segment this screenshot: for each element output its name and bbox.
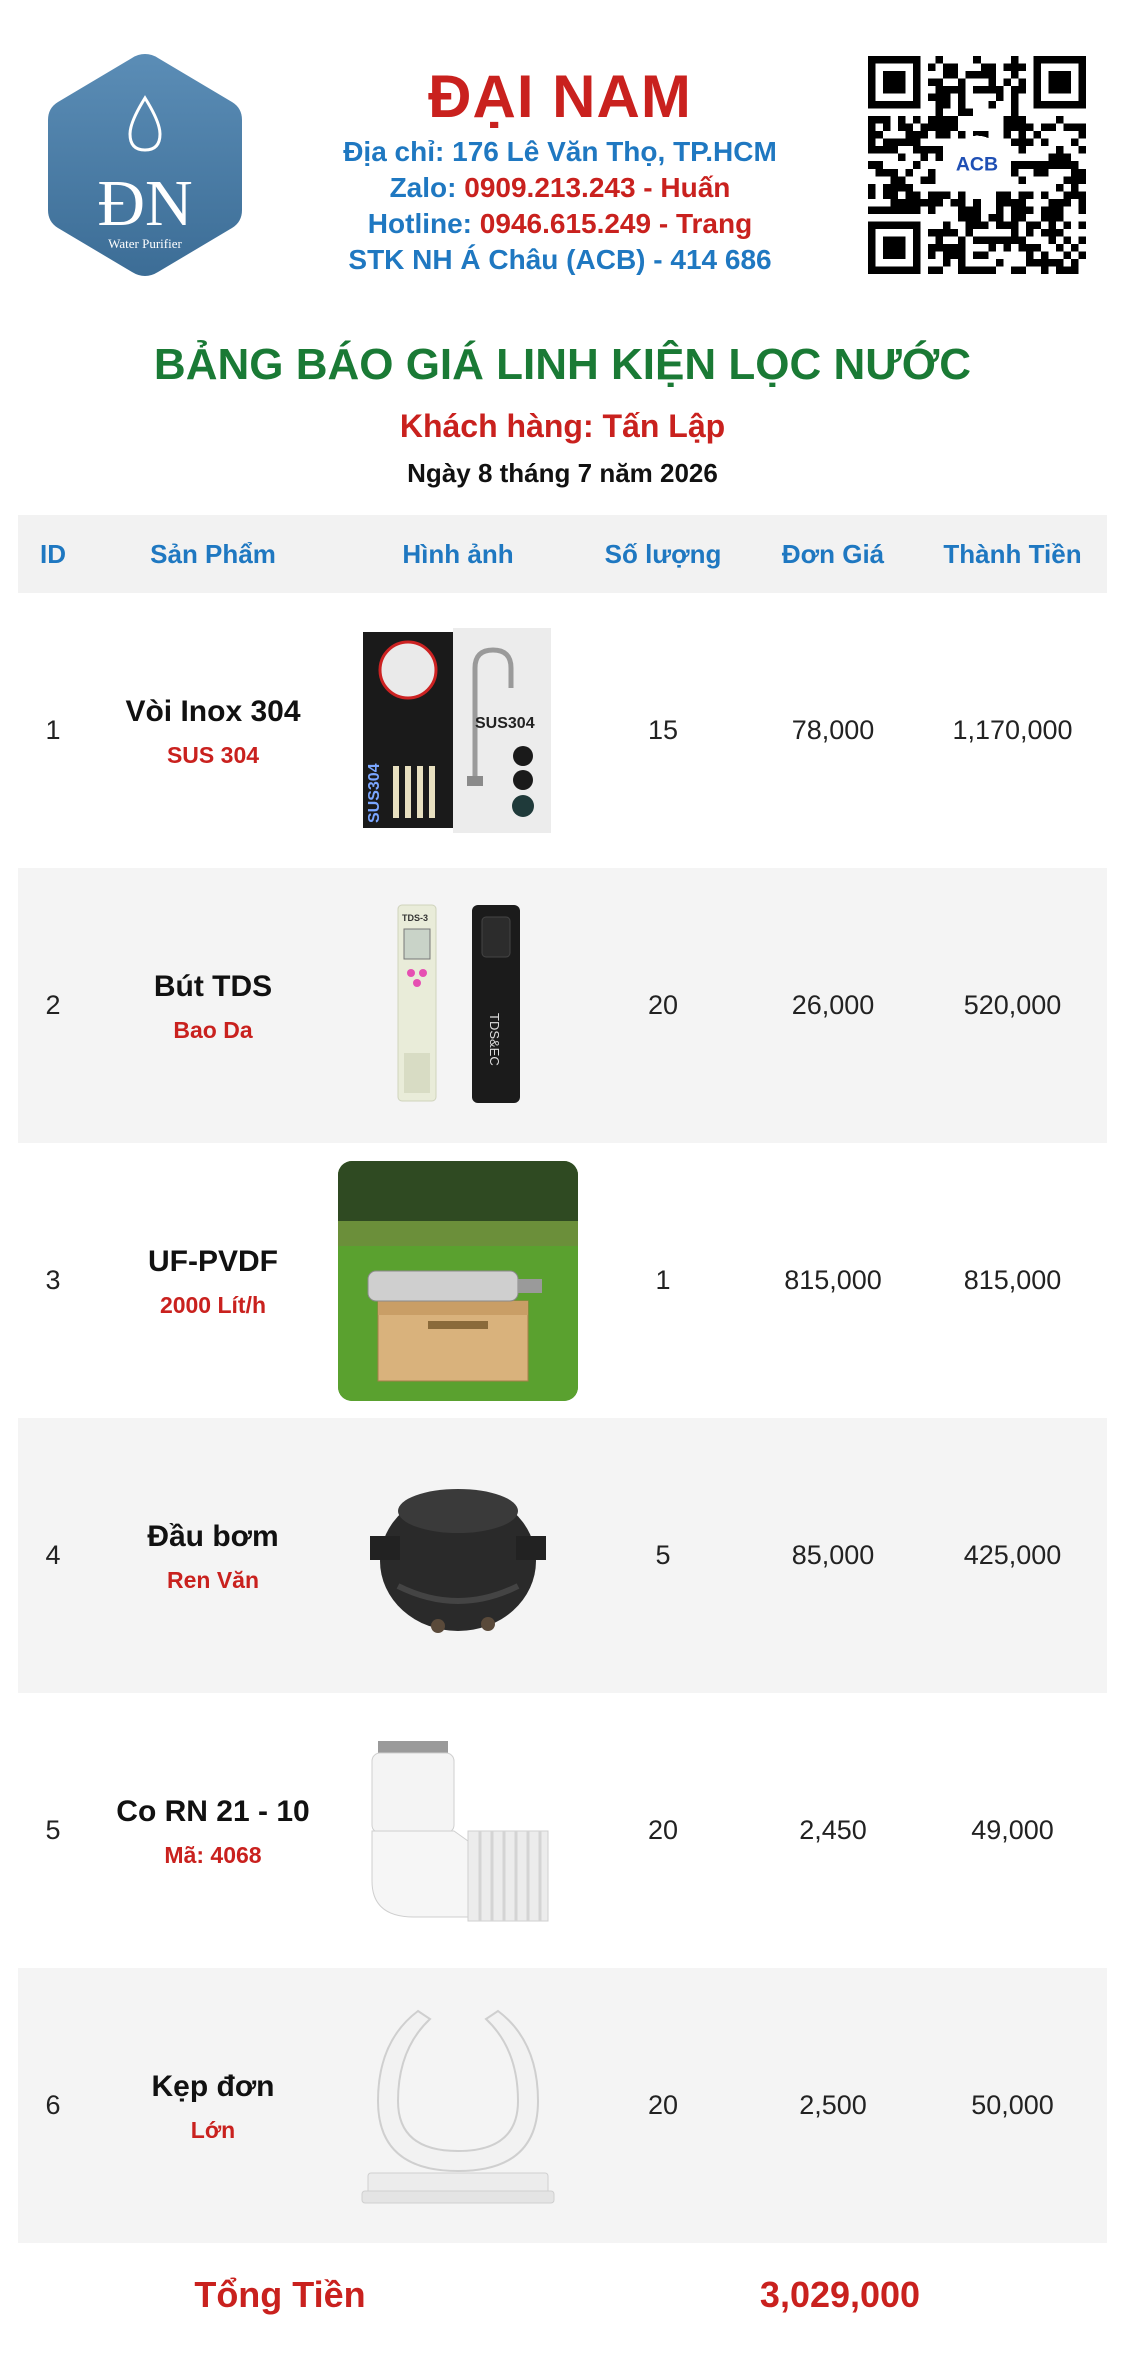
- elbow-fitting-image: [338, 1711, 578, 1951]
- address-label: Địa chỉ:: [343, 136, 453, 167]
- table-row: 5 Co RN 21 - 10 Mã: 4068 20 2,450 49,000: [18, 1693, 1107, 1968]
- total-value: 3,029,000: [759, 2274, 921, 2315]
- unit-price-cell: 85,000: [791, 1540, 875, 1570]
- unit-price-cell: 815,000: [784, 1265, 882, 1295]
- uf-filter-image: [338, 1160, 578, 1401]
- table-row: 4 Đầu bơm Ren Văn 5 85,000 425,000: [18, 1418, 1107, 1693]
- unit-price-cell: 2,500: [799, 2090, 867, 2120]
- zalo-label: Zalo:: [389, 172, 465, 203]
- svg-text:SUS304: SUS304: [366, 763, 383, 823]
- quantity-cell: 20: [647, 1815, 679, 1845]
- document-title: BẢNG BÁO GIÁ LINH KIỆN LỌC NƯỚC: [153, 340, 972, 389]
- pipe-clamp-image: [338, 1986, 578, 2226]
- svg-text:Water Purifier: Water Purifier: [108, 236, 182, 251]
- product-cell: Co RN 21 - 10 Mã: 4068: [88, 1792, 338, 1869]
- company-logo: ĐN Water Purifier: [44, 50, 246, 280]
- svg-text:ĐN: ĐN: [97, 167, 192, 240]
- svg-text:TDS&EC: TDS&EC: [487, 1013, 502, 1066]
- company-info: ĐẠI NAM Địa chỉ: 176 Lê Văn Thọ, TP.HCM …: [300, 60, 820, 278]
- product-name: Kẹp đơn: [151, 2070, 275, 2103]
- row-id: 2: [45, 990, 61, 1020]
- quantity-cell: 5: [655, 1540, 671, 1570]
- payment-qr-code[interactable]: ACB: [868, 56, 1086, 274]
- header-line-total: Thành Tiền: [943, 538, 1082, 569]
- line-total-cell: 49,000: [971, 1815, 1054, 1845]
- customer-name: Khách hàng: Tấn Lập: [399, 408, 726, 444]
- table-row: 2 Bút TDS Bao Da TDS-3 TDS&EC 20 26,000 …: [18, 868, 1107, 1143]
- header: ĐN Water Purifier ĐẠI NAM Địa chỉ: 176 L…: [0, 0, 1125, 320]
- zalo-value: 0909.213.243 - Huấn: [464, 172, 731, 203]
- row-id: 5: [45, 1815, 61, 1845]
- line-total-cell: 425,000: [963, 1540, 1062, 1570]
- address-line: Địa chỉ: 176 Lê Văn Thọ, TP.HCM: [300, 134, 820, 170]
- table-header: ID Sản Phẩm Hình ảnh Số lượng Đơn Giá Th…: [18, 515, 1107, 593]
- quantity-cell: 15: [647, 715, 679, 745]
- product-name: UF-PVDF: [148, 1245, 278, 1278]
- row-id: 4: [45, 1540, 61, 1570]
- quantity-cell: 20: [647, 990, 679, 1020]
- tds-pen-image: TDS-3 TDS&EC: [338, 886, 578, 1126]
- document-date: Ngày 8 tháng 7 năm 2026: [407, 458, 718, 488]
- header-image: Hình ảnh: [402, 538, 514, 569]
- hotline-value: 0946.615.249 - Trang: [479, 208, 753, 239]
- hotline-label: Hotline:: [367, 208, 480, 239]
- qr-badge-label: ACB: [956, 153, 998, 175]
- product-name: Vòi Inox 304: [125, 695, 301, 728]
- unit-price-cell: 2,450: [799, 1815, 867, 1845]
- logo-hexagon-icon: ĐN Water Purifier: [48, 54, 242, 276]
- address-value: 176 Lê Văn Thọ, TP.HCM: [452, 136, 777, 167]
- hotline-line: Hotline: 0946.615.249 - Trang: [300, 206, 820, 242]
- product-cell: Kẹp đơn Lớn: [88, 2067, 338, 2144]
- product-name: Đầu bơm: [147, 1520, 279, 1553]
- svg-text:SUS304: SUS304: [475, 715, 535, 732]
- company-name: ĐẠI NAM: [428, 63, 692, 130]
- quantity-cell: 1: [655, 1265, 671, 1295]
- header-unit-price: Đơn Giá: [781, 538, 885, 569]
- table-row: 6 Kẹp đơn Lớn 20 2,500 50,000: [18, 1968, 1107, 2243]
- quantity-cell: 20: [647, 2090, 679, 2120]
- line-total-cell: 50,000: [971, 2090, 1054, 2120]
- bank-line: STK NH Á Châu (ACB) - 414 686: [348, 244, 772, 275]
- header-id: ID: [40, 538, 66, 569]
- unit-price-cell: 26,000: [791, 990, 875, 1020]
- product-cell: UF-PVDF 2000 Lít/h: [88, 1242, 338, 1319]
- total-label: Tổng Tiền: [194, 2274, 366, 2315]
- product-name: Bút TDS: [153, 970, 273, 1003]
- table-row: 3 UF-PVDF 2000 Lít/h 1 815,000 815,000: [18, 1143, 1107, 1418]
- product-spec: Lớn: [190, 2117, 236, 2143]
- line-total-cell: 1,170,000: [952, 715, 1073, 745]
- line-total-cell: 815,000: [963, 1265, 1062, 1295]
- header-quantity: Số lượng: [604, 538, 722, 569]
- table-row: 1 Vòi Inox 304 SUS 304 SUS304 SUS304 15 …: [18, 593, 1107, 868]
- zalo-line: Zalo: 0909.213.243 - Huấn: [300, 170, 820, 206]
- product-cell: Đầu bơm Ren Văn: [88, 1517, 338, 1594]
- product-spec: Ren Văn: [166, 1567, 260, 1593]
- svg-text:TDS-3: TDS-3: [402, 913, 428, 923]
- grand-total: Tổng Tiền 3,029,000: [0, 2250, 1125, 2340]
- product-cell: Bút TDS Bao Da: [88, 967, 338, 1044]
- row-id: 3: [45, 1265, 61, 1295]
- product-spec: Bao Da: [173, 1017, 253, 1043]
- product-spec: SUS 304: [166, 742, 260, 768]
- product-name: Co RN 21 - 10: [116, 1795, 310, 1828]
- product-cell: Vòi Inox 304 SUS 304: [88, 692, 338, 769]
- row-id: 1: [45, 715, 61, 745]
- qr-code-icon: ACB: [868, 56, 1086, 274]
- pump-head-image: [338, 1436, 578, 1676]
- product-spec: Mã: 4068: [164, 1842, 262, 1868]
- product-spec: 2000 Lít/h: [159, 1292, 267, 1318]
- faucet-kit-image: SUS304 SUS304: [338, 611, 578, 851]
- row-id: 6: [45, 2090, 61, 2120]
- line-total-cell: 520,000: [963, 990, 1062, 1020]
- header-product: Sản Phẩm: [150, 538, 276, 569]
- unit-price-cell: 78,000: [791, 715, 875, 745]
- price-table: ID Sản Phẩm Hình ảnh Số lượng Đơn Giá Th…: [18, 515, 1107, 2243]
